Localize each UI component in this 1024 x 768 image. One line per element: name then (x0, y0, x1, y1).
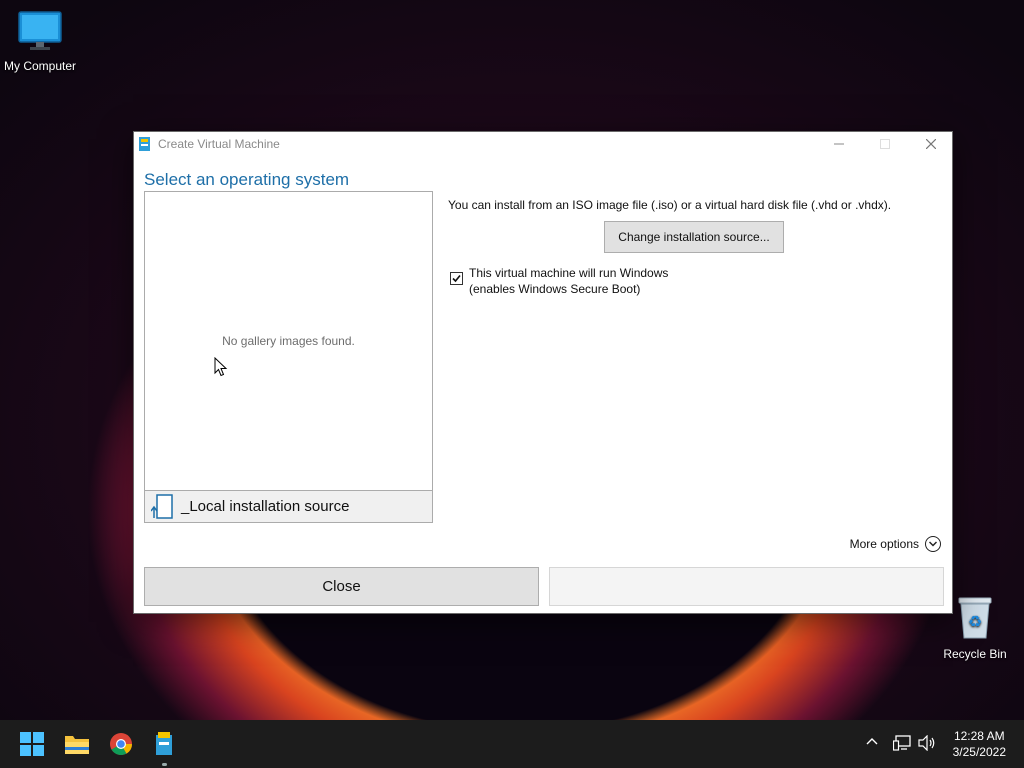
checkmark-icon (452, 274, 461, 283)
local-installation-source-item[interactable]: _Local installation source (144, 490, 433, 523)
gallery-empty-message: No gallery images found. (222, 334, 355, 348)
maximize-button[interactable] (862, 132, 908, 156)
minimize-icon (834, 143, 844, 145)
install-info-text: You can install from an ISO image file (… (448, 198, 892, 212)
local-source-label: _Local installation source (181, 498, 350, 515)
volume-button[interactable] (918, 734, 936, 754)
show-hidden-icons-button[interactable] (866, 734, 878, 749)
more-options-toggle[interactable]: More options (850, 536, 941, 552)
virtual-machine-app-button[interactable] (150, 730, 178, 758)
network-icon (892, 735, 911, 751)
run-windows-label: This virtual machine will run Windows (e… (469, 265, 668, 297)
desktop-icon-label: Recycle Bin (943, 647, 1007, 661)
clock-time: 12:28 AM (953, 729, 1005, 743)
change-installation-source-button[interactable]: Change installation source... (604, 221, 784, 253)
desktop-icon-my-computer[interactable]: My Computer (0, 10, 80, 73)
network-button[interactable] (892, 735, 911, 754)
recycle-bin-icon: ♻ (958, 597, 992, 639)
svg-text:♻: ♻ (968, 612, 982, 631)
window-close-button[interactable] (908, 132, 954, 156)
os-gallery-list[interactable]: No gallery images found. (144, 191, 433, 491)
speaker-icon (918, 734, 935, 752)
active-app-indicator (162, 763, 167, 766)
chevron-up-icon (866, 738, 878, 745)
monitor-icon (18, 11, 62, 50)
local-source-icon (151, 493, 173, 519)
folder-icon (65, 736, 89, 754)
close-icon (926, 139, 936, 149)
app-icon (139, 137, 150, 151)
chevron-down-icon (925, 536, 941, 552)
maximize-icon (880, 139, 890, 149)
start-button[interactable] (18, 730, 46, 758)
run-windows-label-line1: This virtual machine will run Windows (469, 266, 669, 280)
window-title: Create Virtual Machine (158, 137, 280, 151)
close-button[interactable]: Close (144, 567, 539, 606)
title-bar[interactable]: Create Virtual Machine (134, 132, 952, 156)
virtual-machine-app-icon (156, 732, 172, 755)
create-vm-window: Create Virtual Machine Select an operati… (133, 131, 953, 614)
clock-date: 3/25/2022 (952, 745, 1006, 759)
mouse-cursor-icon (214, 357, 228, 377)
chrome-button[interactable] (107, 730, 135, 758)
file-explorer-button[interactable] (63, 730, 91, 758)
chrome-icon (110, 733, 132, 755)
taskbar-clock[interactable]: 12:28 AM 3/25/2022 (953, 728, 1006, 760)
page-title: Select an operating system (144, 170, 350, 189)
minimize-button[interactable] (816, 132, 862, 156)
windows-logo-icon (20, 732, 44, 756)
run-windows-label-line2: (enables Windows Secure Boot) (469, 282, 641, 296)
run-windows-option[interactable]: This virtual machine will run Windows (e… (450, 265, 668, 297)
more-options-label: More options (849, 537, 919, 551)
run-windows-checkbox[interactable] (450, 272, 463, 285)
create-vm-button[interactable]: Create Virtual Machine (549, 567, 944, 606)
taskbar: 12:28 AM 3/25/2022 (0, 720, 1024, 768)
desktop-icon-label: My Computer (3, 59, 77, 73)
